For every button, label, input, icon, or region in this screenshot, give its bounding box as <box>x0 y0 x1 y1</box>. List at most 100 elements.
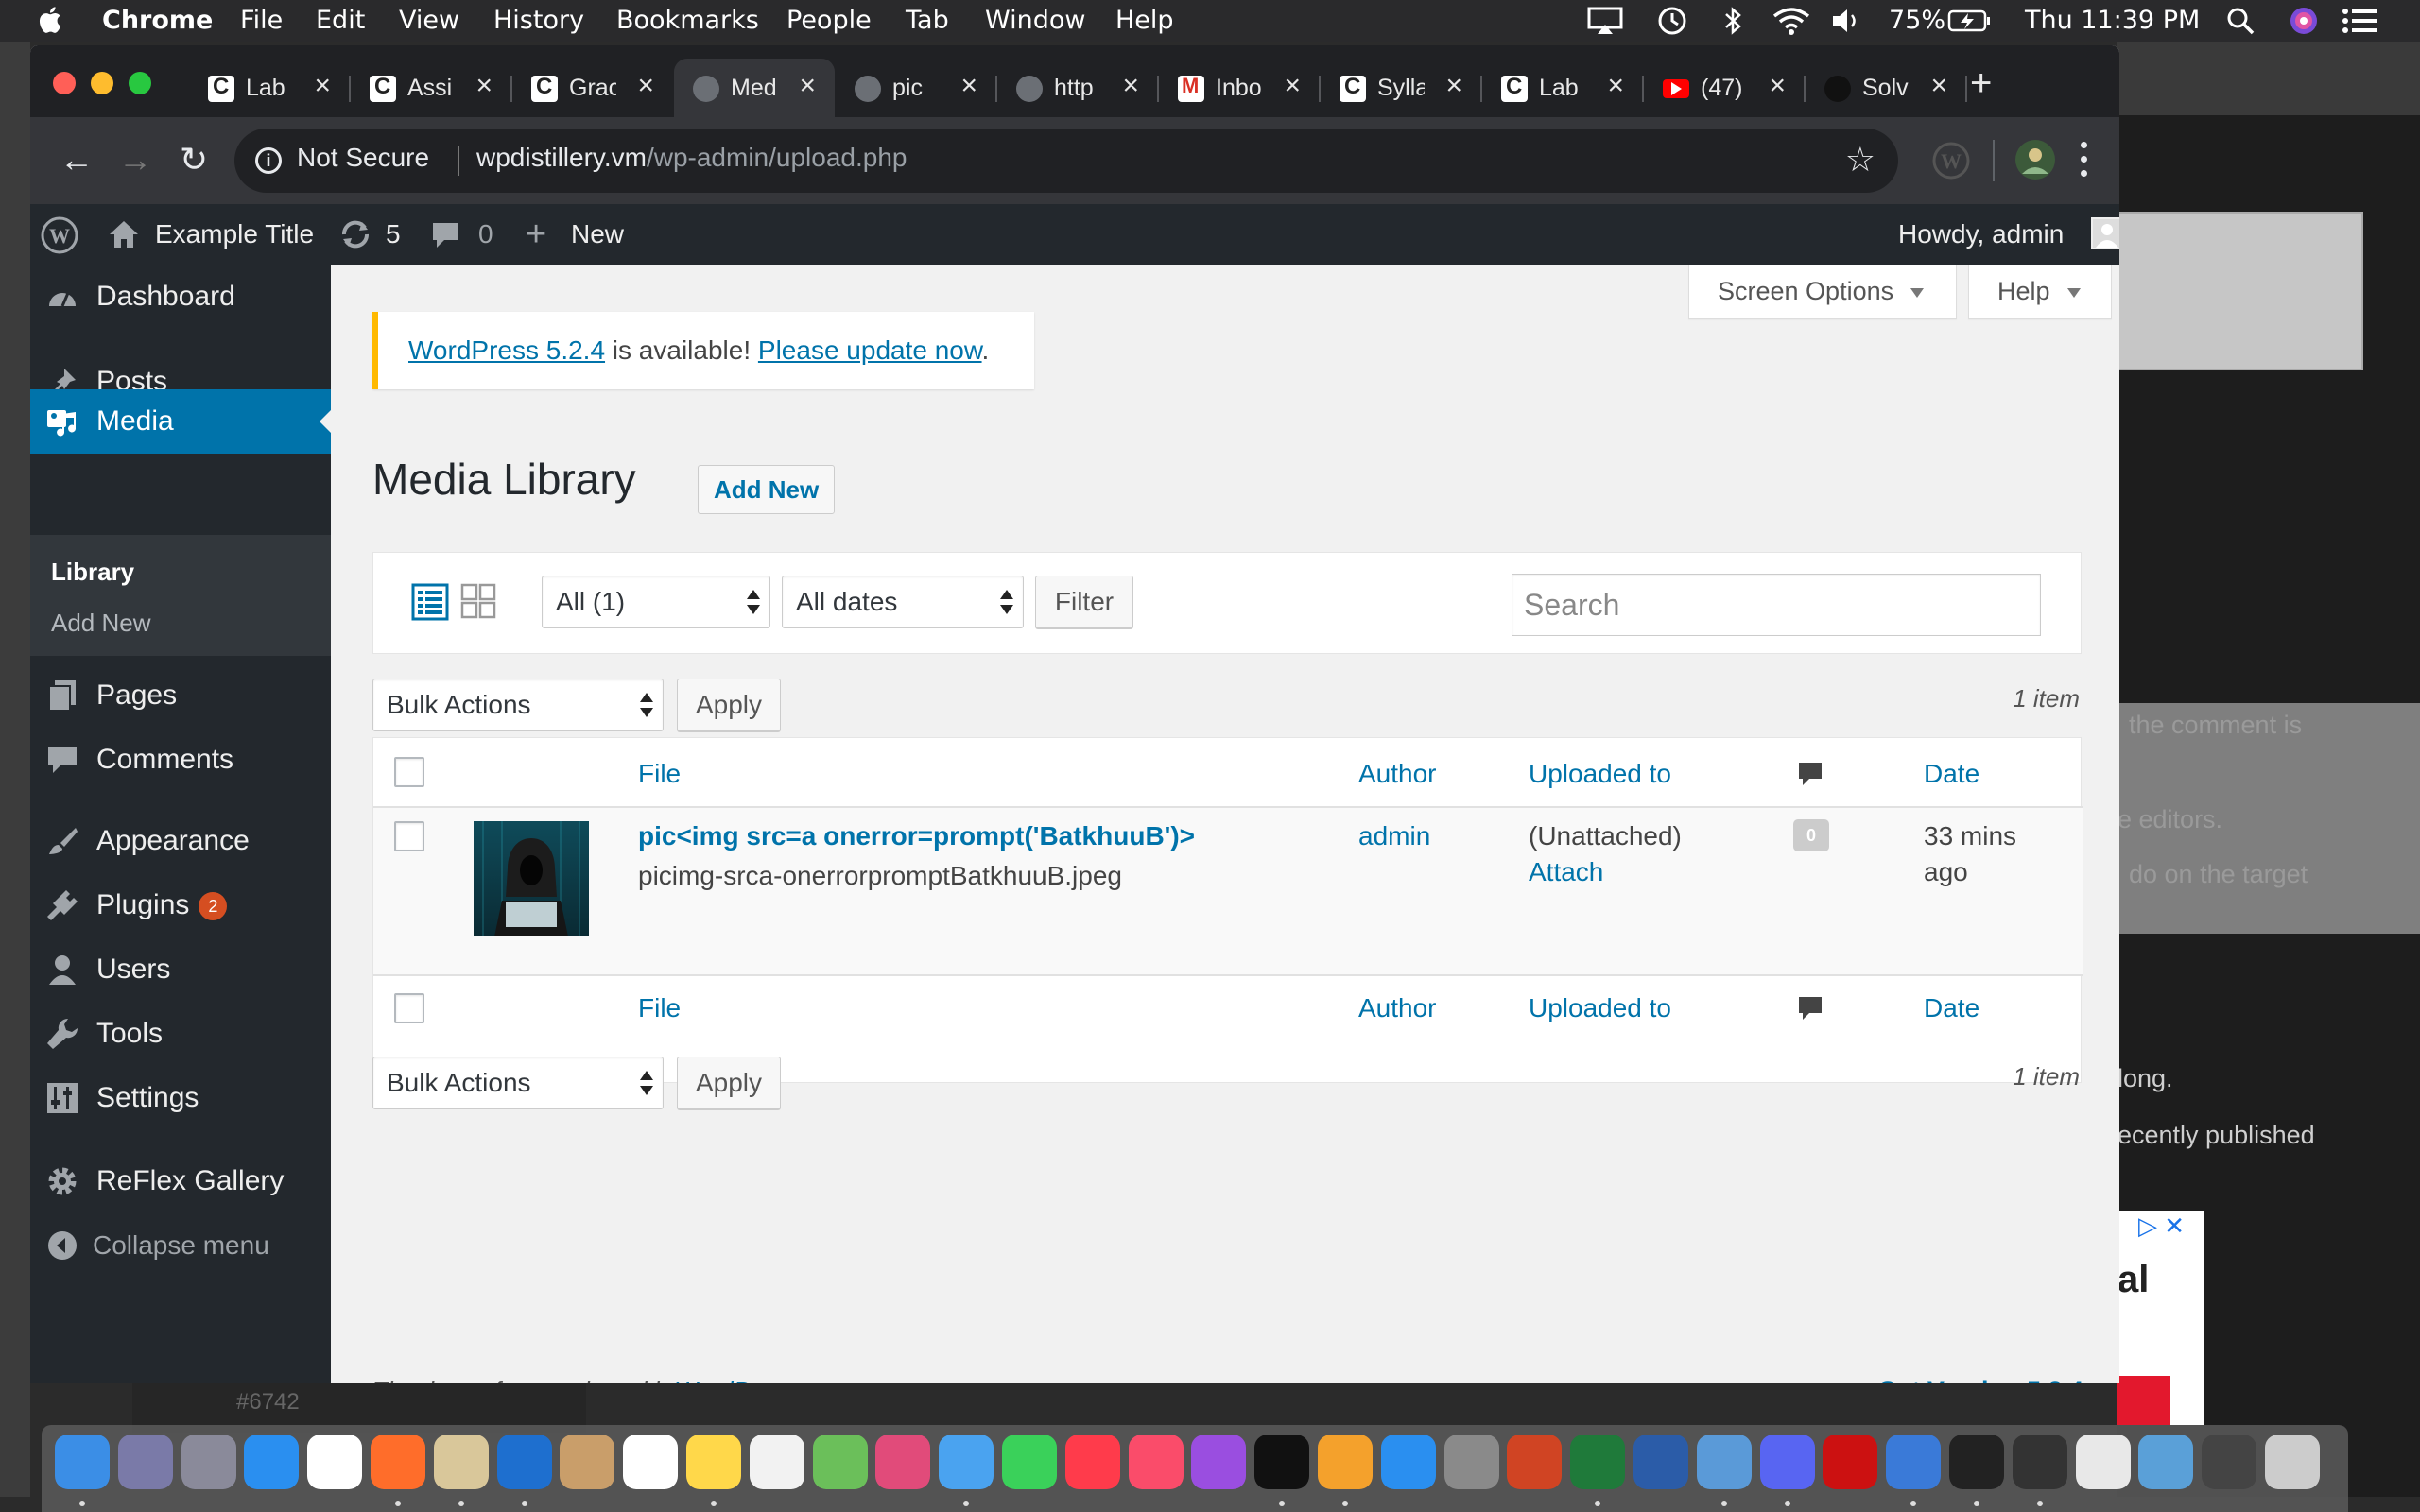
zoom-window-button[interactable] <box>129 72 151 94</box>
site-info-icon[interactable]: i <box>255 147 282 174</box>
dock-app-icon[interactable] <box>749 1435 804 1489</box>
dock-app-icon[interactable] <box>117 1435 173 1489</box>
tab-close-icon[interactable]: × <box>960 72 977 100</box>
dock-app-icon[interactable] <box>433 1435 489 1489</box>
date-filter[interactable]: All dates <box>782 576 1024 628</box>
dock-app-icon[interactable] <box>181 1435 236 1489</box>
dock-app-icon[interactable] <box>939 1435 994 1489</box>
dock-app-icon[interactable] <box>2265 1435 2320 1489</box>
sidebar-item-appearance[interactable]: Appearance <box>30 809 331 873</box>
sidebar-item-settings[interactable]: Settings <box>30 1066 331 1130</box>
tab-close-icon[interactable]: × <box>314 72 331 100</box>
dock-app-icon[interactable] <box>1191 1435 1247 1489</box>
dock-app-icon[interactable] <box>2075 1435 2131 1489</box>
sidebar-item-media[interactable]: Media <box>30 389 331 454</box>
howdy-account-link[interactable]: Howdy, admin <box>1898 204 2064 265</box>
reload-button[interactable]: ↻ <box>170 136 217 183</box>
dock-app-icon[interactable] <box>55 1435 110 1489</box>
tab-close-icon[interactable]: × <box>1284 72 1301 100</box>
column-file-footer[interactable]: File <box>638 993 681 1023</box>
select-all-checkbox-bottom[interactable] <box>394 993 424 1023</box>
dock-app-icon[interactable] <box>560 1435 615 1489</box>
tab-close-icon[interactable]: × <box>799 72 816 100</box>
dock-app-icon[interactable] <box>686 1435 741 1489</box>
browser-tab[interactable]: M Inbo × <box>1159 59 1321 117</box>
menu-edit[interactable]: Edit <box>316 5 365 37</box>
dock-app-icon[interactable] <box>623 1435 679 1489</box>
dock-app-icon[interactable] <box>2202 1435 2257 1489</box>
dock-app-icon[interactable] <box>307 1435 363 1489</box>
dock-app-icon[interactable] <box>1064 1435 1120 1489</box>
menu-bookmarks[interactable]: Bookmarks <box>616 5 759 37</box>
dock-app-icon[interactable] <box>1570 1435 1626 1489</box>
comment-column-icon[interactable] <box>1797 995 1824 1022</box>
spotlight-search-icon[interactable] <box>2225 6 2256 36</box>
attach-link[interactable]: Attach <box>1529 857 1603 887</box>
dock-app-icon[interactable] <box>1254 1435 1310 1489</box>
apply-button-bottom[interactable]: Apply <box>677 1057 781 1109</box>
forward-button[interactable]: → <box>112 136 159 183</box>
screen-options-button[interactable]: Screen Options <box>1688 265 1957 319</box>
dock-app-icon[interactable] <box>244 1435 300 1489</box>
list-view-icon[interactable] <box>411 583 449 621</box>
dock-app-icon[interactable] <box>1507 1435 1563 1489</box>
browser-tab[interactable]: Solv × <box>1806 59 1967 117</box>
column-uploaded-to-footer[interactable]: Uploaded to <box>1529 993 1671 1023</box>
apple-logo-icon[interactable] <box>36 5 62 35</box>
close-window-button[interactable] <box>53 72 76 94</box>
sidebar-item-tools[interactable]: Tools <box>30 1002 331 1066</box>
tab-close-icon[interactable]: × <box>637 72 654 100</box>
tab-close-icon[interactable]: × <box>1607 72 1624 100</box>
address-bar[interactable]: i Not Secure wpdistillery.vm/wp-admin/up… <box>234 129 1898 193</box>
browser-tab[interactable]: C Sylla × <box>1321 59 1482 117</box>
browser-tab[interactable]: C Assi × <box>351 59 512 117</box>
media-thumbnail[interactable] <box>474 821 589 936</box>
new-tab-button[interactable]: + <box>1970 64 1992 102</box>
sidebar-item-comments[interactable]: Comments <box>30 728 331 792</box>
comment-count-bubble[interactable]: 0 <box>1793 819 1829 851</box>
tab-close-icon[interactable]: × <box>475 72 493 100</box>
media-type-filter[interactable]: All (1) <box>542 576 770 628</box>
updates-count[interactable]: 5 <box>386 204 401 265</box>
dock-app-icon[interactable] <box>1318 1435 1373 1489</box>
back-button[interactable]: ← <box>53 136 100 183</box>
sidebar-item-dashboard[interactable]: Dashboard <box>30 265 331 329</box>
dock-app-icon[interactable] <box>2012 1435 2067 1489</box>
battery-icon[interactable] <box>1947 6 1991 36</box>
submenu-library[interactable]: Library <box>51 558 134 587</box>
tab-close-icon[interactable]: × <box>1445 72 1462 100</box>
bluetooth-icon[interactable] <box>1722 6 1745 36</box>
browser-tab[interactable]: Med × <box>674 59 835 117</box>
browser-tab[interactable]: C Lab × <box>189 59 351 117</box>
menu-tab[interactable]: Tab <box>906 5 949 37</box>
dock-app-icon[interactable] <box>875 1435 931 1489</box>
dock-app-icon[interactable] <box>371 1435 425 1489</box>
grid-view-icon[interactable] <box>460 583 496 619</box>
tab-close-icon[interactable]: × <box>1122 72 1139 100</box>
wordpress-logo-icon[interactable]: W <box>40 215 79 255</box>
search-input[interactable]: Search <box>1512 574 2041 636</box>
dock-app-icon[interactable] <box>1886 1435 1942 1489</box>
menu-clock[interactable]: Thu 11:39 PM <box>2025 5 2200 37</box>
chrome-menu-icon[interactable] <box>2072 136 2095 183</box>
footer-version-link[interactable]: Get Version 5.2.4 <box>1877 1376 2083 1383</box>
footer-wordpress-link[interactable]: WordPress <box>674 1376 796 1383</box>
sidebar-item-collapse-menu[interactable]: Collapse menu <box>30 1213 331 1278</box>
menu-view[interactable]: View <box>399 5 459 37</box>
updates-icon[interactable] <box>338 219 372 249</box>
wordpress-extension-icon[interactable]: W <box>1930 140 1972 181</box>
comments-count[interactable]: 0 <box>478 204 493 265</box>
sidebar-item-reflex-gallery[interactable]: ReFlex Gallery <box>30 1149 331 1213</box>
menu-people[interactable]: People <box>786 5 872 37</box>
wifi-icon[interactable] <box>1772 6 1811 36</box>
update-now-link[interactable]: Please update now <box>758 335 982 365</box>
plus-icon[interactable]: + <box>526 204 546 265</box>
profile-avatar[interactable] <box>2014 138 2057 181</box>
browser-tab[interactable]: C Lab × <box>1482 59 1644 117</box>
dock-app-icon[interactable] <box>1002 1435 1057 1489</box>
siri-icon[interactable] <box>2288 6 2320 36</box>
dock-app-icon[interactable] <box>1949 1435 2004 1489</box>
wordpress-version-link[interactable]: WordPress 5.2.4 <box>408 335 605 365</box>
dock-app-icon[interactable] <box>496 1435 552 1489</box>
submenu-add-new[interactable]: Add New <box>51 609 151 638</box>
